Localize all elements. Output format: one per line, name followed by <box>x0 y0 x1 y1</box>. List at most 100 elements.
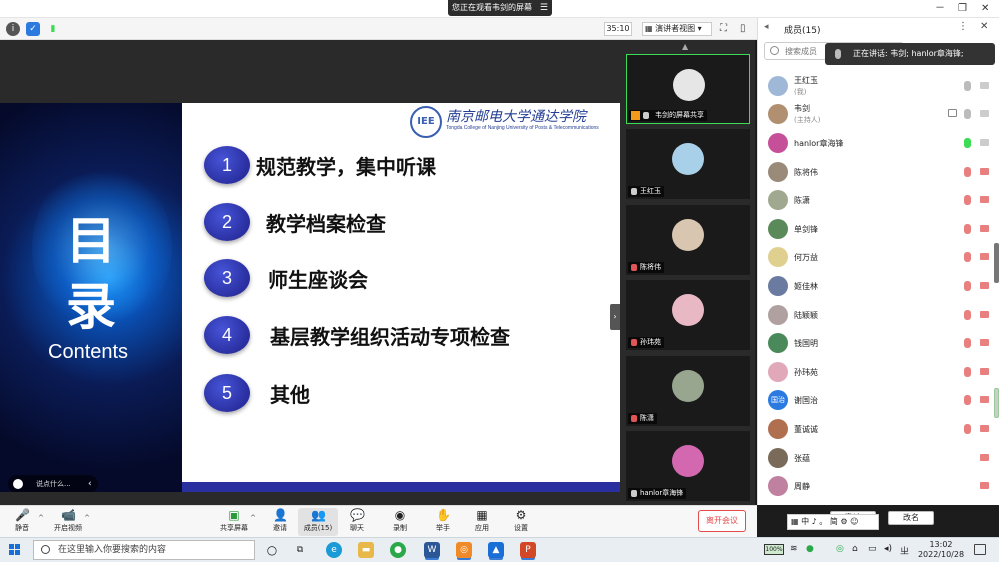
raise-hand-button[interactable]: ✋ 举手 <box>423 508 463 536</box>
rename-button[interactable]: 改名 <box>888 511 934 525</box>
member-row[interactable]: 周静 <box>758 472 999 500</box>
popout-icon[interactable]: ◂ <box>764 22 769 32</box>
wechat-tray-icon[interactable]: ● <box>806 544 814 554</box>
cortana-icon[interactable]: ○ <box>264 542 280 558</box>
scrollbar-thumb[interactable] <box>994 243 999 283</box>
mic-muted-icon[interactable] <box>964 310 971 320</box>
chevron-up-icon[interactable]: ^ <box>84 514 90 522</box>
mic-muted-icon[interactable] <box>964 224 971 234</box>
mic-muted-icon[interactable] <box>964 367 971 377</box>
camera-icon[interactable] <box>980 139 989 146</box>
close-button[interactable]: ✕ <box>981 2 989 16</box>
member-row[interactable]: 单剑锋 <box>758 215 999 243</box>
ime-mode-icon[interactable]: ㄓ <box>900 544 909 557</box>
word-icon[interactable]: W <box>424 542 440 558</box>
more-icon[interactable]: ⋮ <box>958 21 968 32</box>
mic-icon[interactable] <box>964 81 971 91</box>
chevron-up-icon[interactable]: ^ <box>250 514 256 522</box>
share-screen-button[interactable]: ▣ 共享屏幕 ^ <box>214 508 256 536</box>
member-row[interactable]: 韦剑 (主持人) <box>758 100 999 128</box>
battery-indicator[interactable]: 100% <box>764 544 784 555</box>
member-row[interactable]: 姬佳林 <box>758 272 999 300</box>
chat-button[interactable]: 💬 聊天 <box>337 508 377 536</box>
video-tile[interactable]: 陈潇 <box>626 356 750 426</box>
mute-button[interactable]: 🎤 静音 ^ <box>2 508 44 536</box>
mic-icon[interactable] <box>964 109 971 119</box>
camera-off-icon[interactable] <box>980 253 989 260</box>
comment-input[interactable]: 说点什么... ‹ <box>8 475 98 492</box>
taskbar-search-input[interactable]: 在这里输入你要搜索的内容 <box>33 540 255 560</box>
member-row[interactable]: 陈潇 <box>758 186 999 214</box>
mic-muted-icon[interactable] <box>964 195 971 205</box>
member-row[interactable]: 董诚诚 <box>758 415 999 443</box>
video-button[interactable]: 📹 开启视频 ^ <box>48 508 90 536</box>
powerpoint-icon[interactable]: P <box>520 542 536 558</box>
camera-off-icon[interactable] <box>980 168 989 175</box>
notification-icon[interactable] <box>974 544 986 555</box>
camera-off-icon[interactable] <box>980 425 989 432</box>
minimize-button[interactable]: － <box>935 2 945 16</box>
scrollbar-indicator[interactable] <box>994 388 999 418</box>
mic-muted-icon[interactable] <box>964 167 971 177</box>
chevron-up-icon[interactable]: ^ <box>38 514 44 522</box>
invite-toolbar-button[interactable]: 👤 邀请 <box>260 508 300 536</box>
wifi-icon[interactable]: ≋ <box>790 544 798 554</box>
viewing-banner[interactable]: 您正在观看韦剑的屏幕 ☰ <box>448 0 552 16</box>
mic-icon[interactable] <box>964 138 971 148</box>
fullscreen-icon[interactable]: ⛶ <box>720 22 727 36</box>
camera-off-icon[interactable] <box>980 311 989 318</box>
member-row[interactable]: 王红玉 (我) <box>758 72 999 100</box>
camera-icon[interactable] <box>980 110 989 117</box>
shield-icon[interactable]: ✓ <box>26 22 40 36</box>
camera-off-icon[interactable] <box>980 396 989 403</box>
video-tile-share[interactable]: 韦剑的屏幕共享 <box>626 54 750 124</box>
camera-icon[interactable] <box>980 82 989 89</box>
camera-off-icon[interactable] <box>980 368 989 375</box>
camera-off-icon[interactable] <box>980 196 989 203</box>
apps-button[interactable]: ▦ 应用 <box>462 508 502 536</box>
meeting-app-icon[interactable]: ▲ <box>488 542 504 558</box>
file-explorer-icon[interactable]: ▬ <box>358 542 374 558</box>
leave-meeting-button[interactable]: 离开会议 <box>698 510 746 532</box>
edge-icon[interactable]: e <box>326 542 342 558</box>
video-tile[interactable]: 孙玮苑 <box>626 280 750 350</box>
camera-off-icon[interactable] <box>980 454 989 461</box>
network-icon[interactable]: ⌂ <box>852 544 858 554</box>
wechat-icon[interactable]: ● <box>390 542 406 558</box>
mic-muted-icon[interactable] <box>964 338 971 348</box>
mic-muted-icon[interactable] <box>964 424 971 434</box>
system-clock[interactable]: 13:02 2022/10/28 <box>916 540 966 562</box>
chevron-up-icon[interactable]: ▲ <box>682 42 688 51</box>
windows-start-icon[interactable] <box>9 544 21 556</box>
member-row[interactable]: 国治 谢国治 <box>758 386 999 414</box>
member-row[interactable]: 孙玮苑 <box>758 358 999 386</box>
info-icon[interactable]: i <box>6 22 20 36</box>
battery-icon[interactable]: ▭ <box>868 544 877 554</box>
member-row[interactable]: hanlor章海锋 <box>758 129 999 157</box>
close-icon[interactable]: ✕ <box>980 21 988 32</box>
participants-button[interactable]: 👥 成员(15) <box>298 508 338 536</box>
smile-icon[interactable] <box>13 479 23 489</box>
member-row[interactable]: 钱国明 <box>758 329 999 357</box>
mic-muted-icon[interactable] <box>964 281 971 291</box>
video-tile[interactable]: hanlor章海锋 <box>626 431 750 501</box>
camera-off-icon[interactable] <box>980 225 989 232</box>
mic-muted-icon[interactable] <box>964 395 971 405</box>
video-tile[interactable]: 王红玉 <box>626 129 750 199</box>
tencent-meeting-icon[interactable]: ◎ <box>456 542 472 558</box>
chevron-left-icon[interactable]: ‹ <box>88 475 92 492</box>
member-row[interactable]: 何万益 <box>758 243 999 271</box>
signal-icon[interactable]: ▮ <box>46 22 60 36</box>
menu-icon[interactable]: ☰ <box>540 0 548 16</box>
task-view-icon[interactable]: ⧉ <box>292 542 308 558</box>
record-button[interactable]: ◉ 录制 <box>380 508 420 536</box>
volume-icon[interactable]: ◂) <box>884 544 892 554</box>
collapse-gallery-button[interactable]: › <box>610 304 620 330</box>
view-mode-select[interactable]: ▦ 演讲者视图 ▾ <box>642 22 712 36</box>
member-row[interactable]: 张蕴 <box>758 444 999 472</box>
video-tile[interactable]: 陈将伟 <box>626 205 750 275</box>
mic-muted-icon[interactable] <box>964 252 971 262</box>
layout-icon[interactable]: ▯ <box>740 22 746 36</box>
maximize-button[interactable]: ❐ <box>958 2 967 16</box>
member-row[interactable]: 陈将伟 <box>758 158 999 186</box>
